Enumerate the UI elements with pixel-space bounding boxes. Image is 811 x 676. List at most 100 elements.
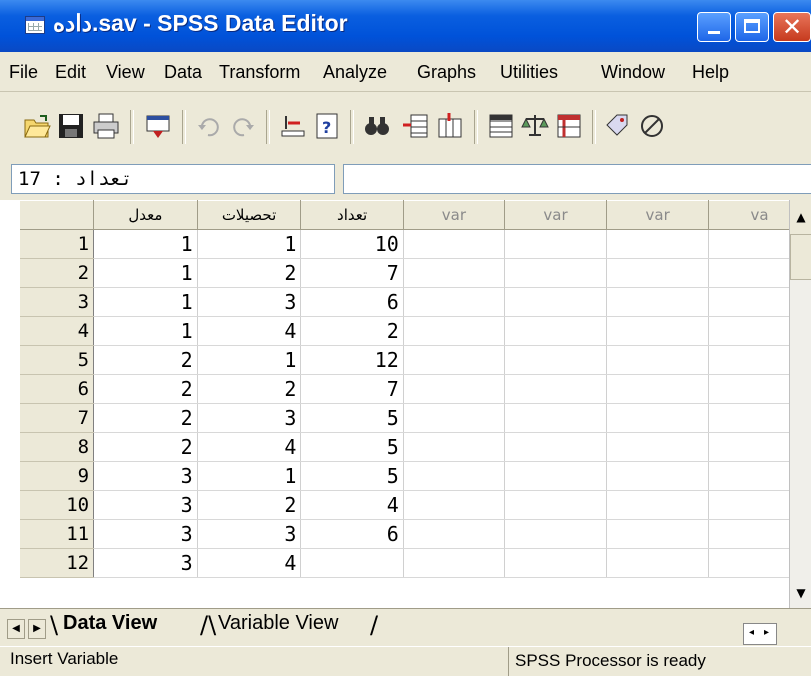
data-cell[interactable]: 10 — [300, 229, 404, 259]
data-cell[interactable]: 3 — [197, 403, 302, 433]
empty-cell[interactable] — [606, 461, 710, 491]
empty-cell[interactable] — [403, 345, 505, 375]
empty-cell[interactable] — [403, 229, 505, 259]
empty-cell[interactable] — [403, 403, 505, 433]
data-cell[interactable]: 2 — [197, 374, 302, 404]
data-cell[interactable]: 2 — [93, 374, 198, 404]
grid-corner[interactable] — [20, 200, 95, 230]
data-cell[interactable]: 7 — [300, 374, 404, 404]
data-cell[interactable]: 6 — [300, 287, 404, 317]
undo-button[interactable] — [194, 111, 224, 141]
empty-cell[interactable] — [606, 432, 710, 462]
tab-prev-button[interactable]: ◀ — [7, 619, 25, 639]
data-cell[interactable]: 2 — [93, 345, 198, 375]
goto-case-button[interactable] — [278, 111, 308, 141]
empty-cell[interactable] — [403, 490, 505, 520]
empty-cell[interactable] — [403, 258, 505, 288]
column-header[interactable]: var — [504, 200, 608, 230]
horizontal-scroll-buttons[interactable]: ◂ ▸ — [743, 623, 777, 645]
value-labels-button[interactable] — [603, 111, 633, 141]
save-button[interactable] — [56, 111, 86, 141]
empty-cell[interactable] — [504, 548, 608, 578]
row-number[interactable]: 11 — [20, 519, 95, 549]
maximize-button[interactable] — [735, 12, 769, 42]
empty-cell[interactable] — [606, 229, 710, 259]
data-cell[interactable]: 1 — [93, 229, 198, 259]
empty-cell[interactable] — [504, 461, 608, 491]
empty-cell[interactable] — [504, 258, 608, 288]
data-cell[interactable]: 5 — [300, 403, 404, 433]
row-number[interactable]: 1 — [20, 229, 95, 259]
data-cell[interactable]: 1 — [93, 287, 198, 317]
menu-window[interactable]: Window — [601, 62, 665, 83]
empty-cell[interactable] — [504, 345, 608, 375]
cell-reference-field[interactable]: 17 : تعداد — [11, 164, 335, 194]
empty-cell[interactable] — [504, 316, 608, 346]
empty-cell[interactable] — [606, 519, 710, 549]
data-cell[interactable]: 3 — [93, 519, 198, 549]
menu-help[interactable]: Help — [692, 62, 729, 83]
data-cell[interactable]: 2 — [300, 316, 404, 346]
menu-data[interactable]: Data — [164, 62, 202, 83]
use-sets-button[interactable] — [637, 111, 667, 141]
empty-cell[interactable] — [504, 519, 608, 549]
menu-transform[interactable]: Transform — [219, 62, 300, 83]
close-button[interactable]: ✕ — [773, 12, 811, 42]
row-number[interactable]: 7 — [20, 403, 95, 433]
split-file-button[interactable] — [486, 111, 516, 141]
menu-utilities[interactable]: Utilities — [500, 62, 558, 83]
data-cell[interactable]: 3 — [93, 490, 198, 520]
data-cell[interactable]: 1 — [197, 229, 302, 259]
data-cell[interactable]: 2 — [197, 490, 302, 520]
data-cell[interactable]: 3 — [93, 548, 198, 578]
empty-cell[interactable] — [606, 490, 710, 520]
empty-cell[interactable] — [504, 287, 608, 317]
dialog-recall-button[interactable] — [143, 111, 173, 141]
row-number[interactable]: 12 — [20, 548, 95, 578]
select-cases-button[interactable] — [554, 111, 584, 141]
open-button[interactable] — [22, 111, 52, 141]
vertical-scrollbar[interactable]: ▲ ▼ — [789, 200, 811, 608]
menu-file[interactable]: File — [9, 62, 38, 83]
data-cell[interactable]: 2 — [93, 432, 198, 462]
empty-cell[interactable] — [403, 461, 505, 491]
data-cell[interactable]: 12 — [300, 345, 404, 375]
row-number[interactable]: 9 — [20, 461, 95, 491]
empty-cell[interactable] — [504, 403, 608, 433]
empty-cell[interactable] — [606, 403, 710, 433]
empty-cell[interactable] — [606, 316, 710, 346]
empty-cell[interactable] — [504, 374, 608, 404]
empty-cell[interactable] — [504, 490, 608, 520]
empty-cell[interactable] — [403, 548, 505, 578]
empty-cell[interactable] — [606, 374, 710, 404]
scroll-thumb[interactable] — [790, 234, 811, 280]
column-header[interactable]: var — [606, 200, 710, 230]
menu-view[interactable]: View — [106, 62, 145, 83]
row-number[interactable]: 2 — [20, 258, 95, 288]
insert-cases-button[interactable] — [401, 111, 431, 141]
menu-edit[interactable]: Edit — [55, 62, 86, 83]
variables-button[interactable]: ? — [312, 111, 342, 141]
empty-cell[interactable] — [606, 258, 710, 288]
empty-cell[interactable] — [403, 287, 505, 317]
empty-cell[interactable] — [403, 374, 505, 404]
data-cell[interactable]: 5 — [300, 461, 404, 491]
insert-variable-button[interactable] — [435, 111, 465, 141]
data-cell[interactable]: 4 — [197, 548, 302, 578]
data-cell[interactable]: 3 — [197, 519, 302, 549]
find-button[interactable] — [362, 111, 392, 141]
empty-cell[interactable] — [606, 287, 710, 317]
tab-variable-view[interactable]: Variable View — [218, 612, 338, 635]
data-cell[interactable]: 4 — [300, 490, 404, 520]
data-cell[interactable]: 1 — [93, 258, 198, 288]
cell-value-input[interactable] — [343, 164, 811, 194]
row-number[interactable]: 10 — [20, 490, 95, 520]
weight-cases-button[interactable] — [520, 111, 550, 141]
empty-cell[interactable] — [504, 229, 608, 259]
data-cell[interactable]: 3 — [93, 461, 198, 491]
empty-cell[interactable] — [606, 345, 710, 375]
column-header[interactable]: تعداد — [300, 200, 404, 230]
row-number[interactable]: 6 — [20, 374, 95, 404]
data-cell[interactable]: 2 — [197, 258, 302, 288]
data-cell[interactable]: 4 — [197, 432, 302, 462]
